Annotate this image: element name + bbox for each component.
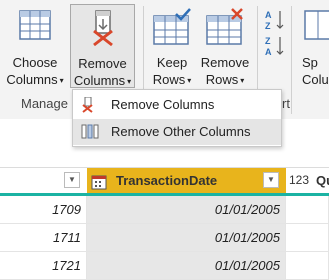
remove-columns-icon — [92, 10, 113, 47]
table-cell[interactable] — [286, 252, 329, 280]
remove-rows-label-1: Remove — [200, 55, 250, 70]
svg-text:A: A — [265, 47, 272, 57]
remove-columns-icon — [82, 97, 93, 113]
table-cell[interactable]: 1709 — [0, 196, 87, 224]
choose-columns-icon — [19, 10, 51, 40]
column-header-label: TransactionDate — [116, 173, 218, 188]
svg-text:Z: Z — [265, 36, 271, 46]
split-column-label-2: Colu — [302, 72, 329, 87]
date-type-icon — [91, 175, 107, 190]
split-column-icon — [304, 10, 329, 40]
table-cell[interactable]: 1721 — [0, 252, 87, 280]
sort-descending-button[interactable]: Z A — [264, 34, 286, 58]
remove-rows-label-2: Rows — [205, 72, 239, 87]
table-cell[interactable]: 01/01/2005 — [87, 252, 286, 280]
choose-columns-label-2: Columns — [6, 72, 58, 87]
split-column-label-1: Sp — [302, 55, 318, 70]
sort-ascending-icon: A Z — [265, 10, 284, 31]
column-header-quantity[interactable]: 123 Qu — [286, 168, 329, 196]
choose-columns-button[interactable]: Choose Columns ▾ — [2, 4, 68, 88]
column-header-transactiondate[interactable]: TransactionDate ▼ — [87, 168, 286, 196]
table-cell[interactable]: 1711 — [0, 224, 87, 252]
number-type-icon: 123 — [289, 173, 310, 187]
remove-other-columns-icon — [81, 124, 99, 139]
remove-columns-label-2: Columns — [73, 73, 126, 88]
column-header[interactable]: ▼ — [0, 168, 87, 196]
chevron-down-icon: ▾ — [187, 76, 192, 86]
sort-descending-icon: Z A — [265, 36, 284, 57]
keep-rows-label-1: Keep — [156, 55, 188, 70]
menu-item-label: Remove Columns — [111, 97, 215, 112]
split-column-button[interactable]: Sp Colu — [298, 4, 329, 88]
column-filter-button[interactable]: ▼ — [263, 172, 279, 188]
remove-columns-button[interactable]: Remove Columns ▾ — [70, 4, 135, 88]
menu-item-label: Remove Other Columns — [111, 124, 251, 139]
keep-rows-button[interactable]: Keep Rows ▾ — [146, 4, 198, 88]
chevron-down-icon: ▾ — [59, 76, 64, 86]
choose-columns-label-1: Choose — [12, 55, 58, 70]
chevron-down-icon: ▾ — [127, 77, 132, 87]
table-cell[interactable] — [286, 224, 329, 252]
menu-item-remove-columns[interactable]: Remove Columns — [73, 92, 281, 118]
keep-rows-icon — [153, 8, 191, 45]
svg-text:A: A — [265, 10, 272, 20]
column-header-label: Qu — [316, 173, 329, 188]
remove-columns-menu: Remove Columns Remove Other Columns — [72, 89, 282, 147]
group-label-manage: Manage — [21, 96, 68, 111]
table-cell[interactable]: 01/01/2005 — [87, 196, 286, 224]
chevron-down-icon: ▾ — [240, 76, 245, 86]
group-label-sort: rt — [282, 96, 290, 111]
remove-columns-label-1: Remove — [78, 56, 127, 71]
data-grid: ▼ TransactionDate ▼ 123 Qu 1709 01/01/20… — [0, 168, 329, 280]
keep-rows-label-2: Rows — [152, 72, 186, 87]
sort-ascending-button[interactable]: A Z — [264, 8, 286, 32]
column-filter-button[interactable]: ▼ — [64, 172, 80, 188]
remove-rows-button[interactable]: Remove Rows ▾ — [198, 4, 252, 88]
menu-item-remove-other-columns[interactable]: Remove Other Columns — [73, 119, 281, 145]
table-cell[interactable]: 01/01/2005 — [87, 224, 286, 252]
ribbon-separator — [291, 6, 292, 114]
remove-rows-icon — [206, 8, 243, 45]
table-cell[interactable] — [286, 196, 329, 224]
svg-text:Z: Z — [265, 21, 271, 31]
